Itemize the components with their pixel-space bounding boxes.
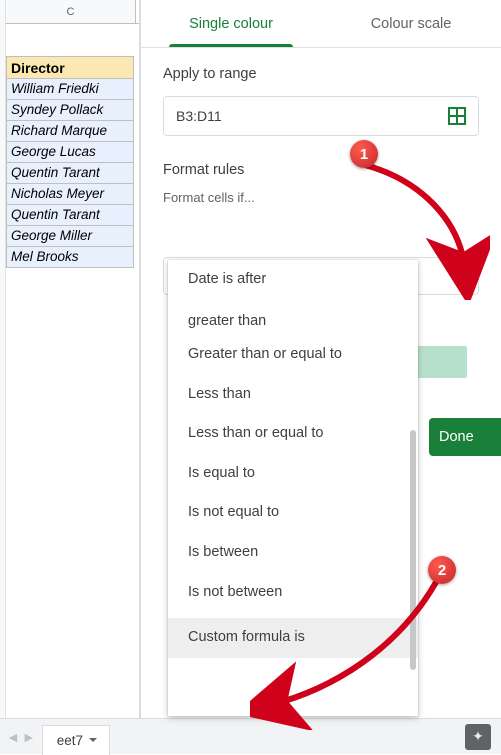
format-rule-dropdown-menu: Date is after greater than Greater than …	[168, 260, 418, 716]
menu-scrollbar[interactable]	[410, 430, 416, 670]
menu-item-lte[interactable]: Less than or equal to	[168, 414, 418, 454]
sheet-tab-active[interactable]: eet7	[42, 725, 110, 755]
table-row[interactable]: Quentin Tarant	[6, 163, 134, 184]
tab-single-colour[interactable]: Single colour	[141, 0, 321, 47]
sheet-tab-label: eet7	[57, 733, 83, 748]
menu-item-greater-than[interactable]: greater than	[168, 300, 418, 336]
cell-header-director[interactable]: Director	[6, 56, 134, 79]
chevron-right-icon: ►	[22, 729, 36, 745]
table-row[interactable]: George Miller	[6, 226, 134, 247]
chevron-up-icon	[456, 274, 466, 279]
menu-item-between[interactable]: Is between	[168, 533, 418, 573]
chevron-down-icon	[89, 738, 97, 742]
explore-button[interactable]	[465, 724, 491, 750]
done-button[interactable]: Done	[429, 418, 501, 456]
menu-item-less-than[interactable]: Less than	[168, 375, 418, 415]
sheet-tab-bar: ◄ ► eet7	[0, 718, 501, 754]
annotation-badge-1: 1	[350, 140, 378, 168]
apply-range-field[interactable]: B3:D11	[163, 96, 479, 136]
column-header-c[interactable]: C	[6, 0, 136, 23]
menu-item-not-between[interactable]: Is not between	[168, 573, 418, 613]
format-rules-label: Format rules	[163, 162, 479, 178]
menu-item-gte[interactable]: Greater than or equal to	[168, 335, 418, 375]
annotation-badge-2: 2	[428, 556, 456, 584]
table-row[interactable]: William Friedki	[6, 79, 134, 100]
menu-item-equal[interactable]: Is equal to	[168, 454, 418, 494]
table-row[interactable]: Mel Brooks	[6, 247, 134, 268]
table-row[interactable]: Quentin Tarant	[6, 205, 134, 226]
table-row[interactable]: Nicholas Meyer	[6, 184, 134, 205]
menu-item-date-is-after[interactable]: Date is after	[168, 260, 418, 300]
sheet-nav-arrows[interactable]: ◄ ►	[0, 729, 42, 745]
chevron-left-icon: ◄	[6, 729, 20, 745]
format-cells-if-label: Format cells if...	[163, 190, 479, 205]
range-value: B3:D11	[176, 108, 222, 124]
spreadsheet-visible-area: C Director William Friedki Syndey Pollac…	[0, 0, 140, 754]
tab-colour-scale[interactable]: Colour scale	[321, 0, 501, 47]
menu-item-custom-formula[interactable]: Custom formula is	[168, 618, 418, 658]
table-row[interactable]: George Lucas	[6, 142, 134, 163]
apply-to-range-label: Apply to range	[163, 66, 479, 82]
table-row[interactable]: Syndey Pollack	[6, 100, 134, 121]
table-row[interactable]: Richard Marque	[6, 121, 134, 142]
menu-item-not-equal[interactable]: Is not equal to	[168, 493, 418, 533]
range-grid-icon[interactable]	[448, 107, 466, 125]
